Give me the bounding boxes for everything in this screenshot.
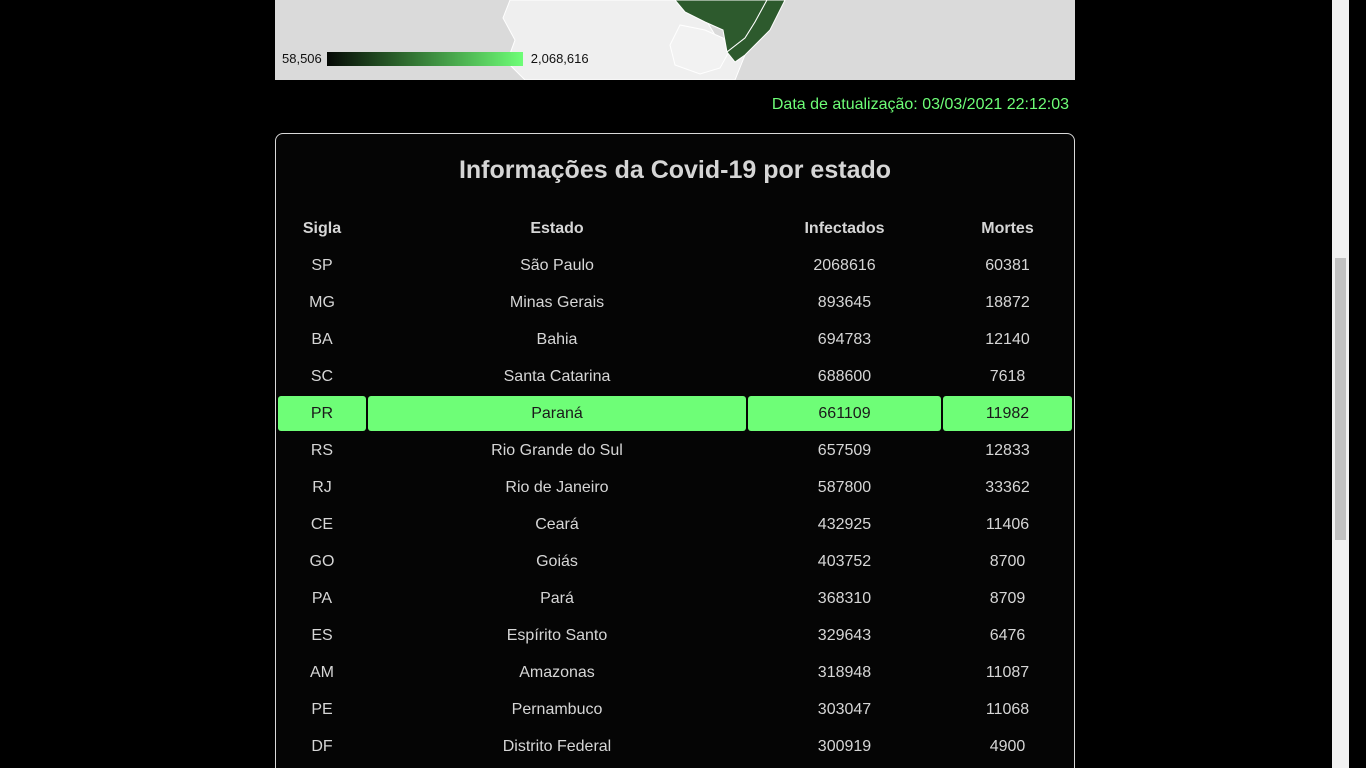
cell-mortes: 6476 [989, 627, 1026, 644]
table-row[interactable]: AM Amazonas 318948 11087 [278, 654, 1072, 691]
cell-estado: Amazonas [519, 664, 595, 681]
table-row[interactable]: SP São Paulo 2068616 60381 [278, 247, 1072, 284]
covid-table-card: Informações da Covid-19 por estado Sigla… [275, 133, 1075, 768]
map-uruguay-shape [669, 24, 731, 75]
cell-mortes: 11406 [985, 516, 1030, 533]
cell-mortes: 33362 [985, 479, 1030, 496]
cell-sigla: RJ [312, 479, 332, 496]
cell-sigla: CE [310, 516, 334, 533]
cell-estado: Pernambuco [511, 701, 603, 718]
cell-sigla: SP [311, 257, 333, 274]
table-title: Informações da Covid-19 por estado [458, 156, 892, 184]
cell-estado: Rio Grande do Sul [491, 442, 623, 459]
cell-mortes: 18872 [985, 294, 1030, 311]
cell-estado: Paraná [368, 396, 746, 431]
cell-infectados: 694783 [817, 331, 872, 348]
cell-infectados: 432925 [817, 516, 872, 533]
cell-sigla: PE [311, 701, 333, 718]
table-row[interactable]: ES Espírito Santo 329643 6476 [278, 617, 1072, 654]
cell-infectados: 893645 [817, 294, 872, 311]
cell-sigla: AM [310, 664, 334, 681]
cell-sigla: DF [311, 738, 333, 755]
cell-estado: Minas Gerais [509, 294, 605, 311]
table-row[interactable]: RS Rio Grande do Sul 657509 12833 [278, 432, 1072, 469]
cell-infectados: 329643 [817, 627, 872, 644]
cell-infectados: 688600 [817, 368, 872, 385]
cell-estado: Bahia [536, 331, 578, 348]
header-sigla[interactable]: Sigla [278, 211, 366, 246]
cell-mortes: 11982 [943, 396, 1072, 431]
cell-sigla: ES [311, 627, 333, 644]
table-row[interactable]: MG Minas Gerais 893645 18872 [278, 284, 1072, 321]
cell-mortes: 12140 [985, 331, 1030, 348]
cell-sigla: BA [311, 331, 333, 348]
cell-estado: Rio de Janeiro [505, 479, 609, 496]
cell-sigla: SC [310, 368, 334, 385]
cell-estado: Ceará [535, 516, 579, 533]
table-row[interactable]: CE Ceará 432925 11406 [278, 506, 1072, 543]
cell-infectados: 368310 [817, 590, 872, 607]
cell-infectados: 587800 [817, 479, 872, 496]
table-row[interactable]: BA Bahia 694783 12140 [278, 321, 1072, 358]
table-row[interactable]: PA Pará 368310 8709 [278, 580, 1072, 617]
update-timestamp: Data de atualização: 03/03/2021 22:12:03 [771, 96, 1069, 113]
cell-mortes: 12833 [985, 442, 1030, 459]
cell-sigla: PR [278, 396, 366, 431]
cell-estado: Goiás [536, 553, 578, 570]
page: 58,506 2,068,616 Data de atualização: 03… [0, 0, 1349, 768]
cell-mortes: 4900 [989, 738, 1026, 755]
legend-min-label: 58,506 [282, 51, 322, 66]
map-legend: 58,506 2,068,616 [282, 51, 589, 66]
table-row[interactable]: DF Distrito Federal 300919 4900 [278, 728, 1072, 765]
page-scrollbar[interactable] [1332, 0, 1349, 768]
cell-sigla: RS [310, 442, 334, 459]
table-row[interactable]: PR Paraná 661109 11982 [278, 395, 1072, 432]
cell-estado: Espírito Santo [506, 627, 608, 644]
scrollbar-thumb[interactable] [1335, 258, 1346, 540]
legend-gradient-bar [326, 51, 523, 66]
header-estado[interactable]: Estado [368, 211, 746, 246]
cell-estado: Distrito Federal [502, 738, 612, 755]
cell-infectados: 318948 [817, 664, 872, 681]
cell-infectados: 657509 [817, 442, 872, 459]
state-table: Sigla Estado Infectados Mortes SP São Pau… [278, 210, 1072, 765]
cell-mortes: 8709 [989, 590, 1026, 607]
cell-infectados: 2068616 [813, 257, 876, 274]
cell-estado: Pará [540, 590, 574, 607]
cell-sigla: PA [311, 590, 333, 607]
cell-infectados: 303047 [817, 701, 872, 718]
legend-max-label: 2,068,616 [530, 51, 589, 66]
table-header-row: Sigla Estado Infectados Mortes [278, 210, 1072, 247]
table-row[interactable]: RJ Rio de Janeiro 587800 33362 [278, 469, 1072, 506]
header-infectados[interactable]: Infectados [748, 211, 941, 246]
header-mortes[interactable]: Mortes [943, 211, 1072, 246]
cell-mortes: 8700 [989, 553, 1026, 570]
cell-infectados: 300919 [817, 738, 872, 755]
cell-sigla: MG [309, 294, 335, 311]
cell-infectados: 661109 [748, 396, 941, 431]
cell-infectados: 403752 [817, 553, 872, 570]
table-row[interactable]: SC Santa Catarina 688600 7618 [278, 358, 1072, 395]
cell-mortes: 11068 [985, 701, 1030, 718]
cell-mortes: 60381 [985, 257, 1030, 274]
table-row[interactable]: GO Goiás 403752 8700 [278, 543, 1072, 580]
cell-mortes: 11087 [985, 664, 1030, 681]
map-svg [502, 0, 786, 80]
cell-estado: São Paulo [520, 257, 594, 274]
brazil-map[interactable]: 58,506 2,068,616 [275, 0, 1075, 80]
cell-mortes: 7618 [989, 368, 1026, 385]
cell-sigla: GO [309, 553, 335, 570]
table-row[interactable]: PE Pernambuco 303047 11068 [278, 691, 1072, 728]
cell-estado: Santa Catarina [503, 368, 611, 385]
